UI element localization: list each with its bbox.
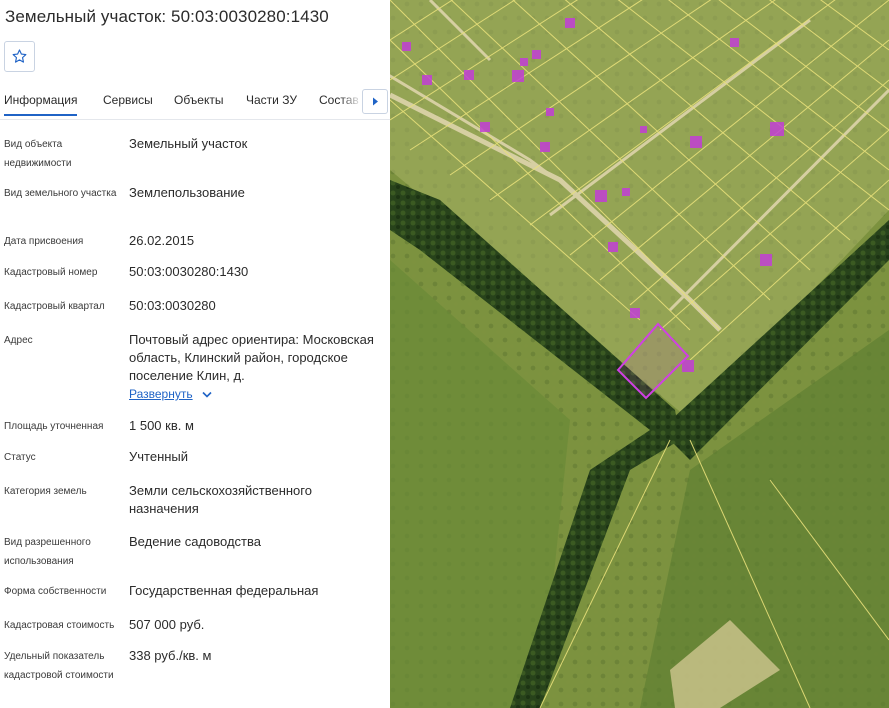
assignment-date-value: 26.02.2015 <box>129 233 195 248</box>
ownership-value: Государственная федеральная <box>129 583 319 598</box>
cadastral-number-label: Кадастровый номер <box>4 267 98 278</box>
status-value: Учтенный <box>129 449 189 464</box>
tab-information[interactable]: Информация <box>4 93 78 116</box>
ownership-label: Форма собственности <box>4 586 107 597</box>
specific-value-value: 338 руб./кв. м <box>129 648 212 663</box>
chevron-down-icon <box>202 391 212 398</box>
cadastral-value-label: Кадастровая стоимость <box>4 620 115 631</box>
map-canvas <box>390 0 889 708</box>
satellite-map[interactable] <box>390 0 889 708</box>
tab-objects[interactable]: Объекты <box>174 93 224 107</box>
land-category-label: Категория земель <box>4 486 87 497</box>
object-type-label: Вид объекта недвижимости <box>4 139 72 169</box>
tab-fade <box>340 88 362 116</box>
status-label: Статус <box>4 452 36 463</box>
land-category-value: Земли сельскохозяйственного назначения <box>129 483 312 516</box>
address-expand-link[interactable]: Развернуть <box>129 387 212 401</box>
address-label: Адрес <box>4 335 33 346</box>
address-expand-label: Развернуть <box>129 387 193 401</box>
tab-bar: Информация Сервисы Объекты Части ЗУ Сост… <box>0 88 390 120</box>
tab-plot-parts[interactable]: Части ЗУ <box>246 93 297 107</box>
address-value: Почтовый адрес ориентира: Московская обл… <box>129 332 374 383</box>
assignment-date-label: Дата присвоения <box>4 236 84 247</box>
area-value: 1 500 кв. м <box>129 418 194 433</box>
cadastral-value-value: 507 000 руб. <box>129 617 205 632</box>
object-type-value: Земельный участок <box>129 136 248 151</box>
info-panel: Земельный участок: 50:03:0030280:1430 Ин… <box>0 0 390 708</box>
land-plot-type-label: Вид земельного участка <box>4 188 117 199</box>
tab-services[interactable]: Сервисы <box>103 93 153 107</box>
page-title: Земельный участок: 50:03:0030280:1430 <box>5 7 329 26</box>
tabs-scroll-right-button[interactable] <box>362 89 388 114</box>
star-outline-icon <box>12 49 27 63</box>
cadastral-number-value: 50:03:0030280:1430 <box>129 264 249 279</box>
favorite-button[interactable] <box>4 41 35 72</box>
area-label: Площадь уточненная <box>4 421 104 432</box>
triangle-right-icon <box>373 97 378 106</box>
cadastral-quarter-value: 50:03:0030280 <box>129 298 216 313</box>
permitted-use-label: Вид разрешенного использования <box>4 537 91 567</box>
cadastral-quarter-label: Кадастровый квартал <box>4 301 105 312</box>
specific-value-label: Удельный показатель кадастровой стоимост… <box>4 651 114 681</box>
land-plot-type-value: Землепользование <box>129 185 245 200</box>
permitted-use-value: Ведение садоводства <box>129 534 261 549</box>
